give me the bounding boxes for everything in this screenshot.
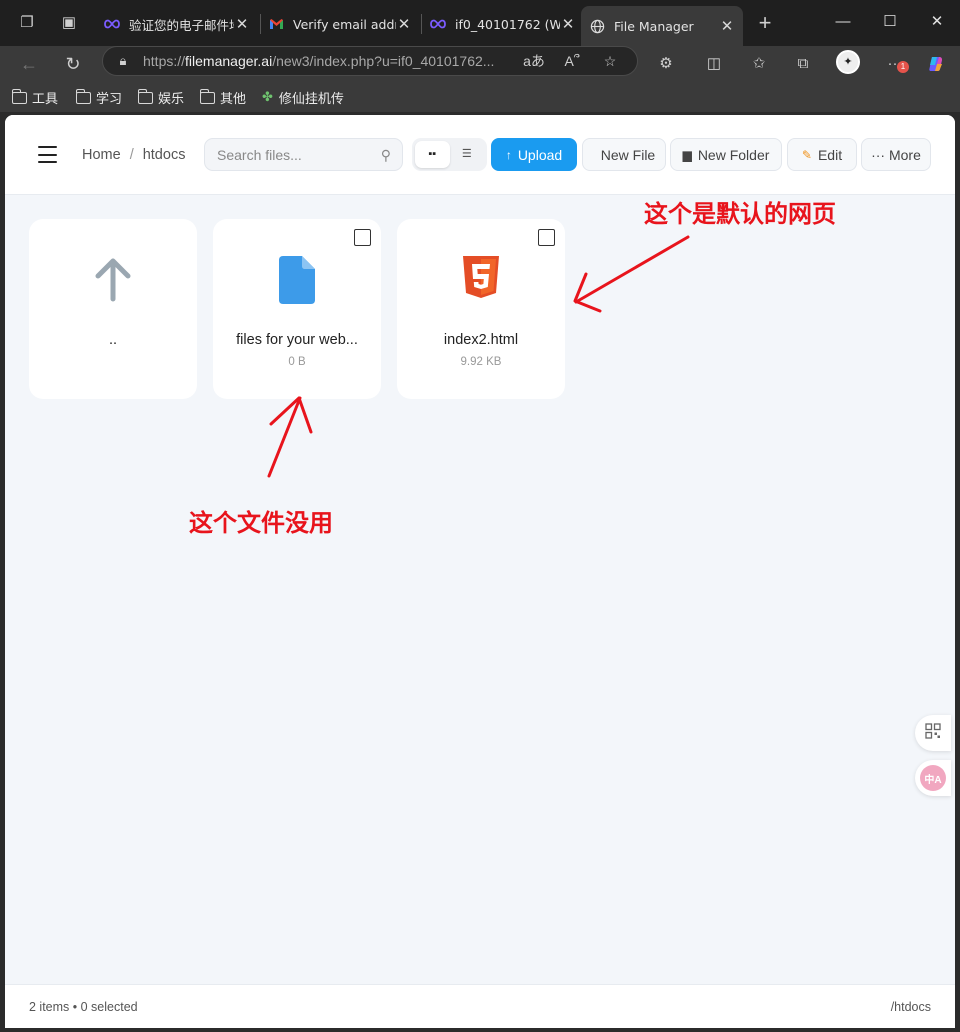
annotation-arrows bbox=[267, 235, 690, 478]
arrow-to-html-file bbox=[573, 235, 690, 313]
annotation-useless-file: 这个文件没用 bbox=[189, 509, 333, 537]
arrow-to-text-file bbox=[267, 396, 313, 478]
annotation-default-page: 这个是默认的网页 bbox=[644, 200, 836, 228]
